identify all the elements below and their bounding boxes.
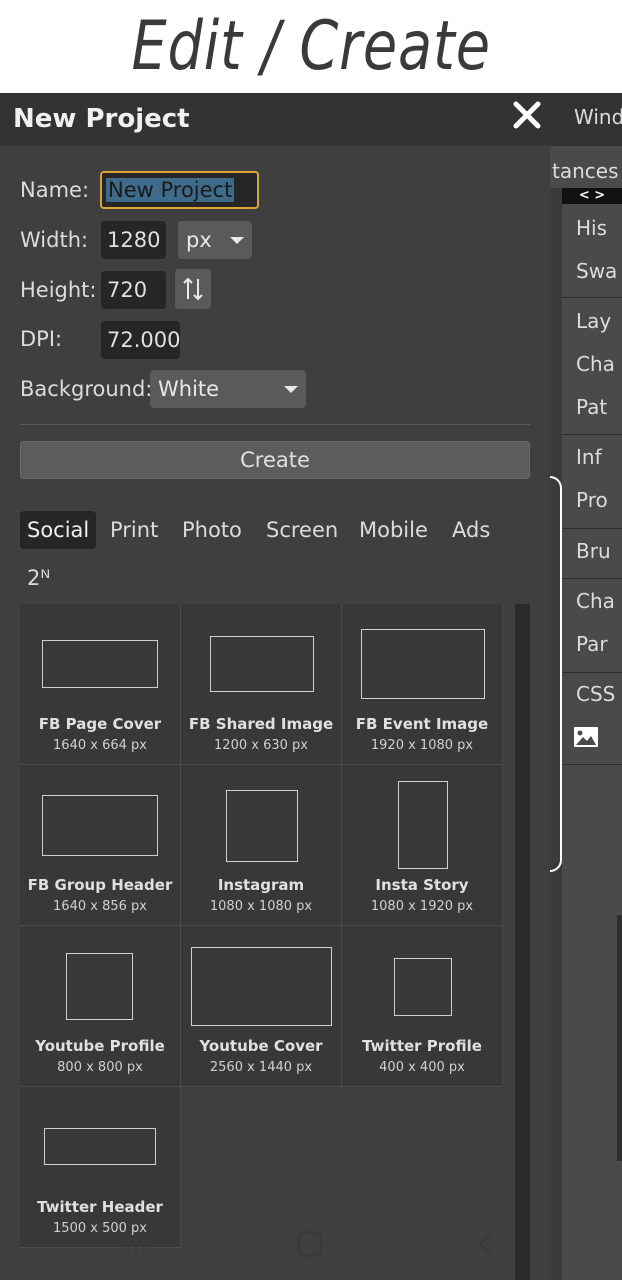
side-item-layers[interactable]: Lay [576,309,611,333]
divider [20,424,530,425]
preset-card[interactable]: FB Event Image 1920 x 1080 px [342,604,503,765]
side-item-properties[interactable]: Pro [576,488,608,512]
tab-print[interactable]: Print [103,511,165,549]
preset-card[interactable]: FB Group Header 1640 x 856 px [20,765,181,926]
side-item-info[interactable]: Inf [576,445,602,469]
preset-size: 1640 x 856 px [53,899,147,914]
preset-size: 1920 x 1080 px [370,738,474,753]
preset-name: Youtube Profile [35,1037,165,1055]
preset-name: FB Page Cover [38,715,162,733]
preset-name: Instagram [217,876,305,894]
side-item-history[interactable]: His [576,216,607,240]
height-label: Height: [20,278,97,302]
width-label: Width: [20,228,89,252]
preset-size: 400 x 400 px [379,1060,465,1075]
preset-size: 800 x 800 px [57,1060,143,1075]
recent-apps-icon[interactable] [124,1233,148,1255]
preset-card[interactable]: Youtube Cover 2560 x 1440 px [181,926,342,1087]
height-field[interactable]: 720 [101,271,166,309]
hero-title: Edit / Create [131,7,491,86]
preset-card[interactable]: FB Page Cover 1640 x 664 px [20,604,181,765]
tab-ads[interactable]: Ads [445,511,497,549]
preset-name: FB Event Image [355,715,489,733]
preset-name: Youtube Cover [199,1037,323,1055]
instances-label[interactable]: tances [552,159,619,183]
preset-card[interactable]: Youtube Profile 800 x 800 px [20,926,181,1087]
tab-mobile[interactable]: Mobile [352,511,435,549]
dialog-title-bar: New Project [0,93,550,146]
back-icon[interactable] [476,1232,494,1256]
preset-card[interactable]: Instagram 1080 x 1080 px [181,765,342,926]
side-item-swatches[interactable]: Swa [576,259,617,283]
tab-screen[interactable]: Screen [259,511,345,549]
panel-toggle-arrows[interactable]: < > [562,188,622,204]
new-project-dialog: New Project Name: New Project Width: 128… [0,93,550,1280]
unit-select[interactable]: px [178,221,252,259]
background-value: White [158,377,220,401]
side-item-character[interactable]: Cha [576,589,615,613]
close-icon[interactable] [511,99,543,131]
preset-grid: FB Page Cover 1640 x 664 px FB Shared Im… [20,604,504,1280]
background-label: Background: [20,377,153,401]
preset-thumbnail [44,1128,156,1165]
preset-grid-scrollbar[interactable] [515,604,530,1280]
preset-thumbnail [210,636,314,692]
tab-power-of-two[interactable]: 2ᴺ [20,559,57,597]
preset-card[interactable]: FB Shared Image 1200 x 630 px [181,604,342,765]
preset-name: Twitter Profile [362,1037,482,1055]
preset-thumbnail [394,958,452,1016]
name-label: Name: [20,178,90,202]
tab-social[interactable]: Social [20,511,97,549]
side-edge-bar [617,915,622,1161]
chevron-down-icon [230,237,244,244]
system-nav-bar [0,1210,622,1280]
name-field[interactable]: New Project [100,171,259,209]
preset-name: FB Group Header [27,876,173,894]
preset-size: 1080 x 1920 px [370,899,474,914]
preset-thumbnail [66,953,133,1020]
side-item-channels[interactable]: Cha [576,352,615,376]
image-icon[interactable] [573,726,599,748]
window-menu[interactable]: Wind [574,105,622,129]
unit-value: px [186,228,212,252]
home-icon[interactable] [297,1231,323,1257]
side-topbar: Wind [550,93,622,146]
side-item-css[interactable]: CSS [576,682,615,706]
preset-size: 1640 x 664 px [53,738,147,753]
preset-size: 1080 x 1080 px [209,899,313,914]
side-item-brush[interactable]: Bru [576,539,611,563]
create-button[interactable]: Create [20,441,530,479]
background-select[interactable]: White [150,370,306,408]
dialog-title: New Project [13,104,190,134]
preset-thumbnail [226,790,298,862]
preset-size: 2560 x 1440 px [209,1060,313,1075]
tab-photo[interactable]: Photo [175,511,249,549]
preset-thumbnail [191,947,332,1026]
preset-thumbnail [42,795,158,856]
preset-card[interactable]: Twitter Profile 400 x 400 px [342,926,503,1087]
chevron-down-icon [284,386,298,393]
preset-name: FB Shared Image [188,715,334,733]
preset-size: 1200 x 630 px [214,738,308,753]
preset-thumbnail [398,781,448,869]
side-item-paragraph[interactable]: Par [576,632,608,656]
panel-handle-curve [550,476,562,872]
preset-thumbnail [361,629,485,699]
swap-icon[interactable] [175,269,211,309]
dpi-field[interactable]: 72.000 [101,321,180,359]
width-field[interactable]: 1280 [101,221,166,259]
preset-name: Insta Story [375,876,469,894]
preset-card[interactable]: Insta Story 1080 x 1920 px [342,765,503,926]
name-value: New Project [106,178,235,202]
side-panel: Wind tances < > His Swa Lay Cha Pat Inf … [550,93,622,1280]
preset-thumbnail [42,640,158,688]
dpi-label: DPI: [20,327,63,351]
hero-banner: Edit / Create [0,0,622,93]
side-item-paths[interactable]: Pat [576,395,607,419]
